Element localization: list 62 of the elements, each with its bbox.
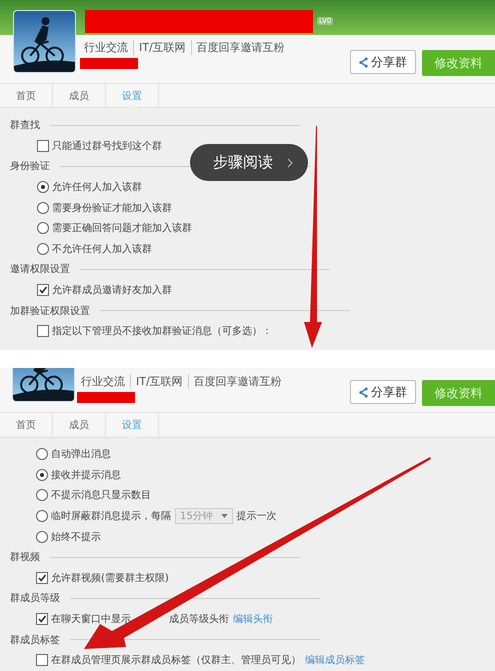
section-title: 群查找 (10, 118, 40, 132)
group-tag: 百度回享邀请互粉 (188, 374, 287, 389)
tab[interactable]: 设置 (106, 84, 159, 107)
checkbox[interactable] (37, 284, 49, 296)
radio-button[interactable] (36, 489, 48, 502)
group-tag: 行业交流 (84, 40, 133, 55)
section-title: 加群验证权限设置 (10, 304, 90, 318)
group-tag: IT/互联网 (130, 374, 188, 389)
option-label: 接收并提示消息 (51, 468, 121, 482)
section-title: 邀请权限设置 (10, 262, 70, 276)
group-tag: IT/互联网 (133, 40, 191, 55)
tab[interactable]: 成员 (53, 413, 106, 437)
option-label: 成员等级头衔 (169, 612, 229, 626)
option-label: 在聊天窗口中显示 (51, 612, 131, 626)
radio-button[interactable] (36, 448, 48, 460)
option-label: 提示一次 (236, 510, 277, 524)
option-label: 始终不提示 (51, 530, 101, 544)
step-reading-button[interactable]: 步骤阅读 (190, 144, 308, 181)
share-icon (359, 386, 368, 398)
radio-button[interactable] (37, 222, 49, 234)
option-label: 允许任何人加入该群 (52, 180, 142, 194)
radio-button[interactable] (36, 468, 48, 481)
radio-button[interactable] (37, 181, 49, 194)
radio-button[interactable] (37, 202, 49, 214)
checkbox[interactable] (37, 325, 49, 338)
share-button[interactable]: 分享群 (350, 380, 416, 404)
checkbox[interactable] (37, 140, 49, 152)
section-title: 身份验证 (10, 160, 50, 174)
tab[interactable]: 成员 (53, 84, 106, 107)
section-title: 群成员标签 (10, 634, 60, 647)
redaction-bar (77, 392, 135, 403)
option-label: 不提示消息只显示数目 (51, 488, 151, 502)
group-tag: 行业交流 (81, 374, 130, 389)
checkbox[interactable] (36, 613, 48, 626)
section-title: 群视频 (10, 550, 40, 564)
tab[interactable]: 设置 (106, 413, 159, 437)
checkbox[interactable] (36, 572, 48, 584)
edit-link[interactable]: 编辑头衔 (233, 612, 273, 626)
redaction-bar (80, 58, 138, 69)
share-icon (359, 56, 368, 68)
radio-button[interactable] (36, 510, 48, 522)
option-label: 允许群视频(需要群主权限) (51, 572, 169, 585)
caret-icon (220, 514, 228, 518)
section-title: 群成员等级 (10, 592, 60, 606)
checkbox[interactable] (36, 654, 48, 666)
group-tag: 百度回享邀请互粉 (190, 40, 290, 55)
option-label: 临时屏蔽群消息提示，每隔 (51, 510, 171, 524)
option-label: 自动弹出消息 (51, 448, 111, 462)
radio-button[interactable] (36, 530, 48, 543)
option-label: 需要身份验证才能加入该群 (52, 202, 172, 215)
radio-button[interactable] (37, 242, 49, 255)
tab[interactable]: 首页 (0, 413, 53, 437)
chevron-right-icon (287, 158, 293, 168)
option-label: 指定以下管理员不接收加群验证消息（可多选）： (52, 324, 272, 338)
option-label: 不允许任何人加入该群 (52, 242, 152, 256)
tab[interactable]: 首页 (0, 84, 53, 107)
edit-link[interactable]: 编辑成员标签 (305, 653, 365, 668)
share-button[interactable]: 分享群 (350, 50, 416, 74)
option-label: 需要正确回答问题才能加入该群 (52, 222, 192, 236)
option-label: 在群成员管理页展示群成员标签（仅群主、管理员可见） (51, 654, 301, 668)
option-label: 只能通过群号找到这个群 (52, 140, 162, 153)
option-label: 允许群成员邀请好友加入群 (52, 284, 172, 298)
